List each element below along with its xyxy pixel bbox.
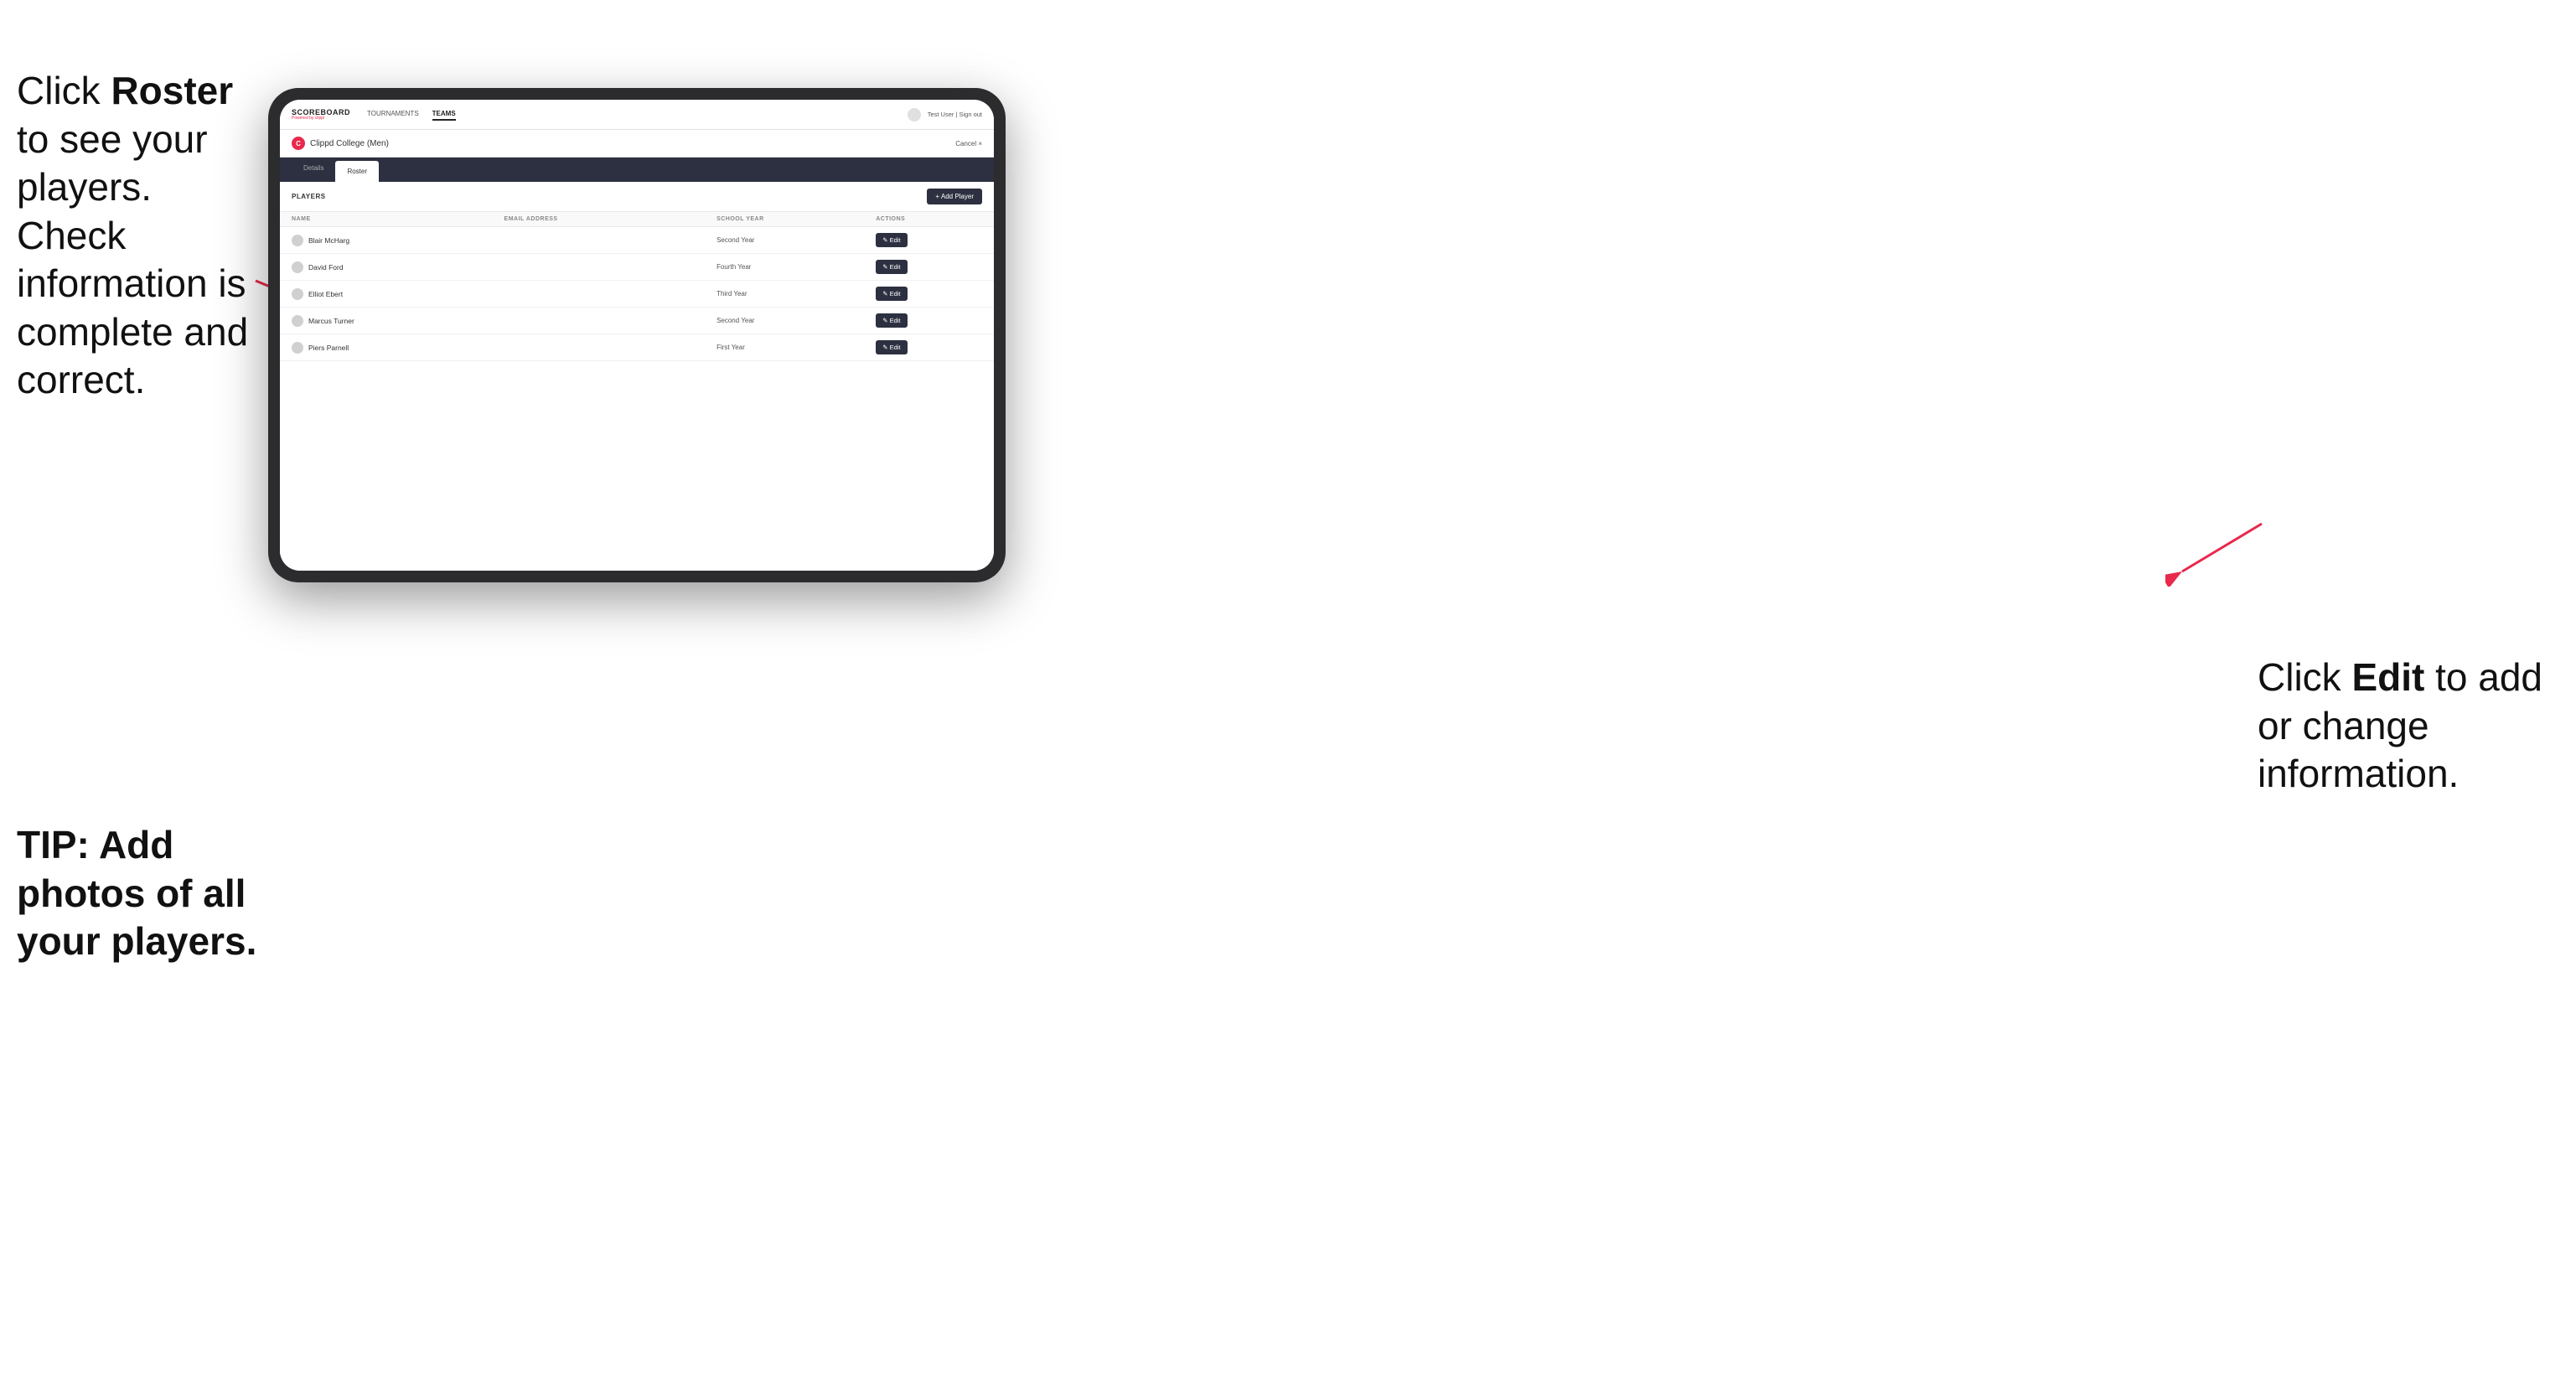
team-name: Clippd College (Men): [310, 139, 389, 148]
player-name: Marcus Turner: [308, 317, 354, 325]
edit-button[interactable]: ✎ Edit: [876, 313, 907, 328]
team-logo: C: [292, 137, 305, 150]
brand-sub: Powered by clippi: [292, 116, 350, 121]
edit-button[interactable]: ✎ Edit: [876, 233, 907, 247]
players-table: Blair McHarg Second Year ✎ Edit David Fo…: [280, 227, 994, 571]
col-year: SCHOOL YEAR: [716, 216, 876, 222]
user-avatar: [908, 108, 921, 122]
player-name-cell: Marcus Turner: [292, 315, 504, 327]
right-instruction: Click Edit to add or change information.: [2258, 654, 2559, 799]
player-name-cell: Elliot Ebert: [292, 288, 504, 300]
player-avatar: [292, 261, 303, 273]
col-actions: ACTIONS: [876, 216, 982, 222]
tab-roster[interactable]: Roster: [335, 161, 379, 182]
player-year: Second Year: [716, 317, 876, 324]
tablet-device: SCOREBOARD Powered by clippi TOURNAMENTS…: [268, 88, 1006, 582]
player-name: Blair McHarg: [308, 236, 349, 245]
player-name: Piers Parnell: [308, 344, 349, 352]
add-player-button[interactable]: + Add Player: [927, 189, 982, 204]
player-avatar: [292, 235, 303, 246]
left-instruction: Click Roster to see your players. Check …: [17, 67, 260, 405]
user-label: Test User | Sign out: [928, 111, 982, 118]
main-content: C Clippd College (Men) Cancel × Details …: [280, 130, 994, 571]
edit-button[interactable]: ✎ Edit: [876, 340, 907, 354]
tablet-screen: SCOREBOARD Powered by clippi TOURNAMENTS…: [280, 100, 994, 571]
player-avatar: [292, 342, 303, 354]
player-name-cell: Piers Parnell: [292, 342, 504, 354]
player-year: Third Year: [716, 290, 876, 297]
table-header: NAME EMAIL ADDRESS SCHOOL YEAR ACTIONS: [280, 212, 994, 227]
player-name-cell: David Ford: [292, 261, 504, 273]
player-year: Second Year: [716, 236, 876, 244]
table-row: Marcus Turner Second Year ✎ Edit: [280, 308, 994, 334]
col-email: EMAIL ADDRESS: [504, 216, 717, 222]
table-row: Elliot Ebert Third Year ✎ Edit: [280, 281, 994, 308]
tab-details[interactable]: Details: [292, 158, 335, 182]
team-title: C Clippd College (Men): [292, 137, 389, 150]
brand-logo: SCOREBOARD Powered by clippi: [292, 109, 350, 121]
roster-keyword: Roster: [111, 69, 233, 112]
tabs-bar: Details Roster: [280, 158, 994, 182]
players-label: PLAYERS: [292, 193, 326, 200]
navbar: SCOREBOARD Powered by clippi TOURNAMENTS…: [280, 100, 994, 130]
player-year: Fourth Year: [716, 263, 876, 271]
user-info: Test User | Sign out: [908, 108, 982, 122]
table-row: Piers Parnell First Year ✎ Edit: [280, 334, 994, 361]
players-section: PLAYERS + Add Player NAME EMAIL ADDRESS …: [280, 182, 994, 571]
player-name-cell: Blair McHarg: [292, 235, 504, 246]
col-name: NAME: [292, 216, 504, 222]
player-avatar: [292, 315, 303, 327]
cancel-button[interactable]: Cancel ×: [955, 140, 982, 147]
nav-teams[interactable]: TEAMS: [432, 108, 456, 121]
nav-tournaments[interactable]: TOURNAMENTS: [367, 108, 419, 121]
main-nav: TOURNAMENTS TEAMS: [367, 108, 908, 121]
player-name: David Ford: [308, 263, 344, 272]
player-year: First Year: [716, 344, 876, 351]
edit-keyword: Edit: [2351, 655, 2424, 699]
table-row: Blair McHarg Second Year ✎ Edit: [280, 227, 994, 254]
player-avatar: [292, 288, 303, 300]
table-row: David Ford Fourth Year ✎ Edit: [280, 254, 994, 281]
player-name: Elliot Ebert: [308, 290, 343, 298]
tip-instruction: TIP: Add photos of all your players.: [17, 821, 277, 966]
team-header: C Clippd College (Men) Cancel ×: [280, 130, 994, 158]
edit-button[interactable]: ✎ Edit: [876, 287, 907, 301]
players-header: PLAYERS + Add Player: [280, 182, 994, 212]
right-arrow: [2165, 520, 2266, 587]
edit-button[interactable]: ✎ Edit: [876, 260, 907, 274]
